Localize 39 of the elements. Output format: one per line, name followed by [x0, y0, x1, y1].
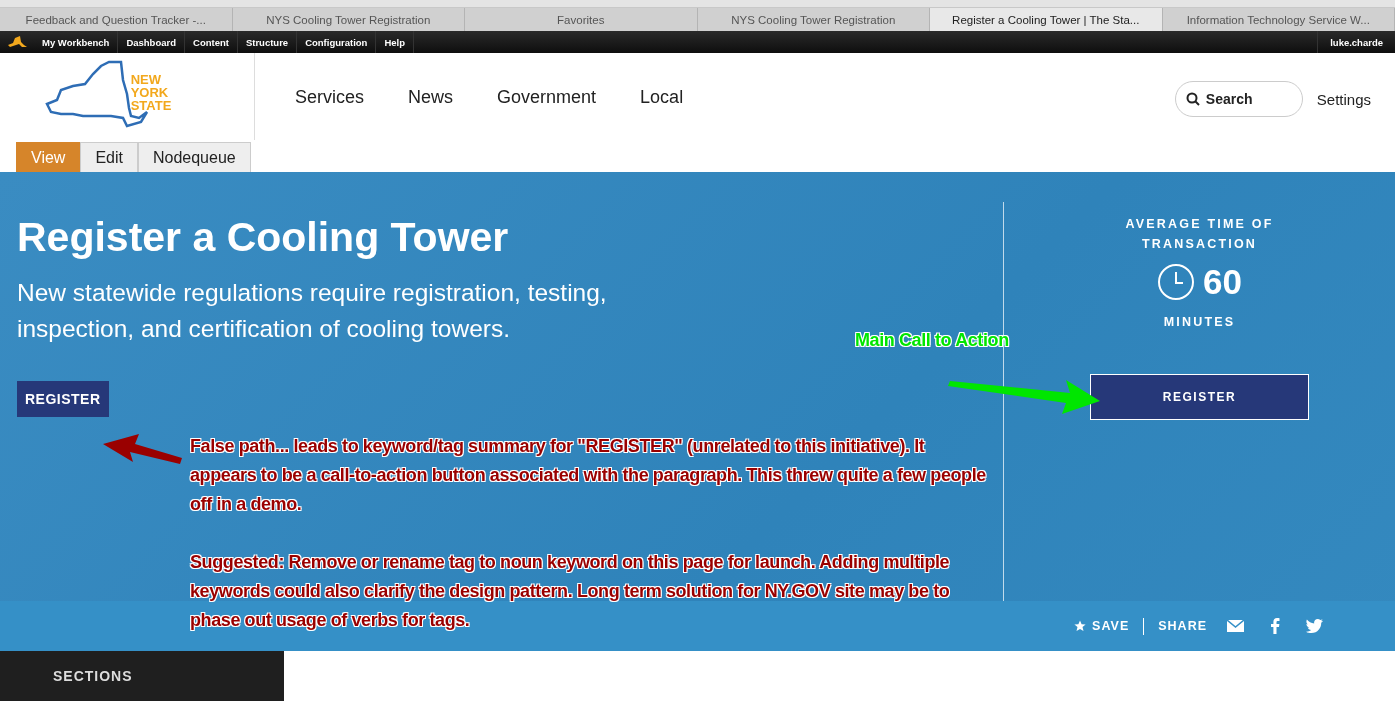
clock-icon	[1157, 263, 1196, 301]
register-button[interactable]: REGISTER	[1090, 374, 1309, 420]
search-icon	[1185, 92, 1200, 106]
time-value: 60	[1203, 262, 1242, 302]
toolbar-link[interactable]: Configuration	[297, 31, 377, 53]
state-map-icon	[6, 35, 28, 49]
nav-link[interactable]: Services	[295, 87, 387, 108]
nav-link[interactable]: Government	[497, 87, 619, 108]
toolbar-link[interactable]: My Workbench	[34, 31, 119, 53]
time-label: TRANSACTION	[1141, 236, 1258, 253]
save-link[interactable]: SAVE	[1074, 619, 1130, 633]
logo-text: STATE	[130, 99, 172, 112]
search-field[interactable]: Search	[1174, 81, 1303, 117]
annotation-text: Suggested: Remove or rename tag to noun keyword on this page for launch. Adding multiple keywords could also clarify the design pattern. Long term solution for NY.GOV site may be to phase out usage of verbs for tags.	[190, 551, 951, 632]
page-tab[interactable]: Nodequeue	[137, 142, 251, 172]
toolbar-link[interactable]: Help	[376, 31, 414, 53]
page-subtitle: New statewide regulations require registration, testing, inspection, and certification of cooling towers.	[17, 278, 608, 344]
annotation-text: False path... leads to keyword/tag summary for "REGISTER" (unrelated to this initiative). It appears to be a call-to-action button associated with the paragraph. This threw quite a few people off in a demo.	[190, 435, 987, 516]
page-tab[interactable]: Edit	[80, 142, 138, 172]
mail-icon	[1227, 620, 1244, 632]
logo-text: NEW	[130, 73, 162, 86]
toolbar-link[interactable]: Dashboard	[118, 31, 185, 53]
share-link[interactable]: SHARE	[1158, 619, 1207, 633]
facebook-icon	[1270, 618, 1280, 634]
nav-link[interactable]: News	[408, 87, 476, 108]
toolbar-link[interactable]: Content	[185, 31, 238, 53]
settings-link[interactable]: Settings	[1316, 91, 1371, 142]
time-unit: MINUTES	[1163, 314, 1236, 331]
bird-icon	[1306, 619, 1323, 633]
sections-heading: SECTIONS	[53, 668, 133, 684]
user-link[interactable]: luke.charde	[1317, 31, 1395, 53]
page-title: Register a Cooling Tower	[17, 214, 510, 261]
toolbar-link[interactable]: Structure	[237, 31, 298, 53]
browser-tab[interactable]: Register a Cooling Tower | The Sta...	[930, 8, 1163, 31]
tag-link[interactable]: REGISTER	[17, 381, 109, 417]
nav-link[interactable]: Local	[640, 87, 706, 108]
logo-text: YORK	[130, 86, 170, 99]
star-icon	[1074, 620, 1087, 632]
time-label: AVERAGE TIME OF	[1125, 216, 1274, 233]
